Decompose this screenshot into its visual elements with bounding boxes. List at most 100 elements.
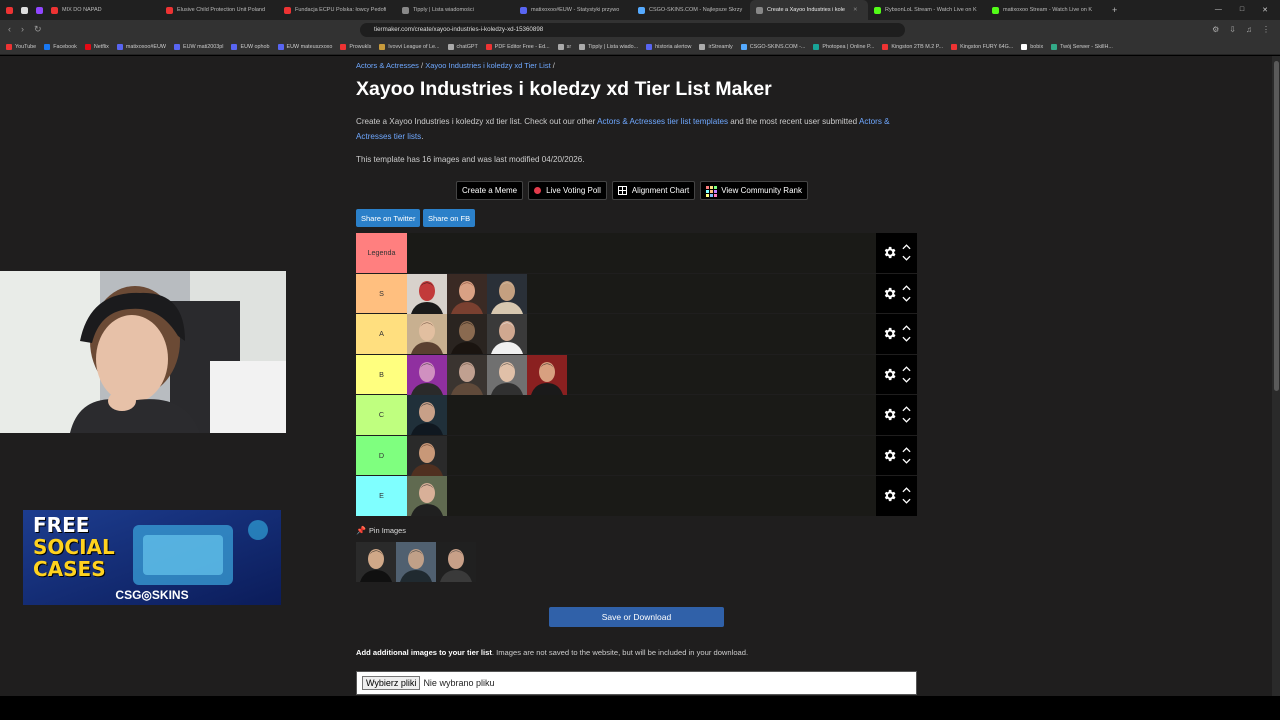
- chevron-down-icon[interactable]: [902, 255, 911, 262]
- browser-tab[interactable]: [30, 0, 45, 20]
- csgo-skins-ad[interactable]: FREE SOCIAL CASES CSG◎SKINS: [23, 510, 281, 605]
- url-field[interactable]: tiermaker.com/create/xayoo-industries-i-…: [360, 22, 905, 37]
- gear-icon[interactable]: [882, 448, 897, 463]
- browser-tab[interactable]: matixoxoo Stream - Watch Live on K: [986, 0, 1104, 20]
- category-templates-link[interactable]: Actors & Actresses tier list templates: [597, 117, 728, 126]
- bookmark-item[interactable]: EUW ophob: [231, 43, 270, 50]
- bookmark-item[interactable]: Ivovvi League of Le...: [379, 43, 440, 50]
- chevron-down-icon[interactable]: [902, 498, 911, 505]
- chevron-up-icon[interactable]: [902, 284, 911, 291]
- alignment-chart-button[interactable]: Alignment Chart: [611, 181, 696, 200]
- bookmark-item[interactable]: EUW mateuszxoxo: [277, 43, 332, 50]
- pool-item-image[interactable]: [436, 542, 476, 582]
- tier-label[interactable]: B: [356, 354, 407, 394]
- tier-item-image[interactable]: [407, 395, 447, 435]
- bookmark-item[interactable]: Facebook: [44, 43, 77, 50]
- chevron-down-icon[interactable]: [902, 336, 911, 343]
- back-icon[interactable]: ‹: [8, 24, 11, 35]
- tier-label[interactable]: A: [356, 314, 407, 354]
- tier-items-dropzone[interactable]: [407, 314, 876, 354]
- forward-icon[interactable]: ›: [21, 24, 24, 35]
- gear-icon[interactable]: [882, 326, 897, 341]
- bookmark-item[interactable]: sr: [557, 43, 571, 50]
- bookmark-item[interactable]: matixoxoo#EUW: [116, 43, 166, 50]
- tier-label[interactable]: E: [356, 476, 407, 516]
- breadcrumb-category[interactable]: Actors & Actresses: [356, 61, 419, 70]
- tier-item-image[interactable]: [407, 354, 447, 395]
- media-icon[interactable]: ♫: [1246, 25, 1252, 34]
- tier-item-image[interactable]: [407, 435, 447, 476]
- chevron-up-icon[interactable]: [902, 406, 911, 412]
- create-meme-button[interactable]: Create a Meme: [456, 181, 524, 200]
- chevron-down-icon[interactable]: [902, 417, 911, 424]
- tier-item-image[interactable]: [487, 354, 527, 395]
- tier-item-image[interactable]: [447, 273, 487, 314]
- live-voting-poll-button[interactable]: Live Voting Poll: [528, 181, 607, 200]
- gear-icon[interactable]: [882, 407, 897, 422]
- browser-tab[interactable]: Elusive Child Protection Unit Poland: [160, 0, 278, 20]
- download-icon[interactable]: ⇩: [1229, 25, 1236, 34]
- tier-item-image[interactable]: [407, 476, 447, 516]
- maximize-icon[interactable]: □: [1240, 6, 1244, 14]
- tier-items-dropzone[interactable]: [407, 233, 876, 273]
- gear-icon[interactable]: [882, 245, 897, 260]
- gear-icon[interactable]: [882, 286, 897, 301]
- close-tab-icon[interactable]: ✕: [853, 7, 858, 13]
- browser-tab[interactable]: Fundacja ECPU Polska: łowcy Pedofi: [278, 0, 396, 20]
- bookmark-item[interactable]: Netflix: [84, 43, 109, 50]
- chevron-up-icon[interactable]: [902, 446, 911, 453]
- share-fb-button[interactable]: Share on FB: [423, 209, 476, 227]
- chevron-up-icon[interactable]: [902, 244, 911, 250]
- chevron-up-icon[interactable]: [902, 487, 911, 493]
- file-upload-field[interactable]: Wybierz pliki Nie wybrano pliku: [356, 671, 917, 695]
- bookmark-item[interactable]: EUW mati2003pl: [174, 43, 223, 50]
- tier-item-image[interactable]: [407, 273, 447, 314]
- chevron-up-icon[interactable]: [902, 325, 911, 331]
- choose-files-button[interactable]: Wybierz pliki: [362, 676, 421, 690]
- chevron-down-icon[interactable]: [902, 458, 911, 464]
- browser-tab[interactable]: [15, 0, 30, 20]
- tier-label[interactable]: Legenda: [356, 233, 407, 273]
- reload-icon[interactable]: ↻: [34, 24, 42, 35]
- breadcrumb-current[interactable]: Xayoo Industries i koledzy xd Tier List: [425, 61, 550, 70]
- bookmark-item[interactable]: Kingston FURY 64G...: [951, 43, 1013, 50]
- browser-tab[interactable]: Create a Xayoo Industries i kole ✕: [750, 0, 868, 20]
- community-rank-button[interactable]: View Community Rank: [700, 181, 808, 200]
- bookmark-item[interactable]: Tipply | Lista wiado...: [579, 43, 638, 50]
- tier-label[interactable]: C: [356, 395, 407, 435]
- bookmark-item[interactable]: Kingston 2TB M.2 P...: [882, 43, 943, 50]
- browser-tab[interactable]: [0, 0, 15, 20]
- bookmark-item[interactable]: CSGO-SKINS.COM -...: [740, 43, 805, 50]
- tier-items-dropzone[interactable]: [407, 395, 876, 435]
- pool-item-image[interactable]: [356, 542, 396, 582]
- close-window-icon[interactable]: ✕: [1262, 6, 1268, 14]
- menu-icon[interactable]: ⋮: [1262, 25, 1270, 34]
- share-twitter-button[interactable]: Share on Twitter: [356, 209, 421, 227]
- scrollbar-thumb[interactable]: [1274, 61, 1279, 391]
- browser-tab[interactable]: MIX DO NAPAD: [45, 0, 160, 20]
- bookmark-item[interactable]: chatGPT: [447, 43, 478, 50]
- bookmark-item[interactable]: bobix: [1021, 43, 1043, 50]
- tier-label[interactable]: D: [356, 435, 407, 475]
- pin-images-label[interactable]: 📌 Pin Images: [356, 526, 406, 535]
- chevron-down-icon[interactable]: [902, 377, 911, 383]
- page-scrollbar[interactable]: [1272, 56, 1280, 696]
- tier-item-image[interactable]: [527, 354, 567, 395]
- bookmark-item[interactable]: historia alertow: [646, 43, 691, 50]
- bookmark-item[interactable]: YouTube: [6, 43, 36, 50]
- bookmark-item[interactable]: Twój Serwer - SkillH...: [1051, 43, 1113, 50]
- gear-icon[interactable]: [882, 367, 897, 382]
- extensions-icon[interactable]: ⚙: [1212, 25, 1219, 34]
- tier-item-image[interactable]: [487, 273, 527, 314]
- save-download-button[interactable]: Save or Download: [549, 607, 724, 627]
- gear-icon[interactable]: [882, 488, 897, 503]
- bookmark-item[interactable]: Photopea | Online P...: [813, 43, 874, 50]
- browser-tab[interactable]: CSGO-SKINS.COM - Najlepsze Skrzy: [632, 0, 750, 20]
- bookmark-item[interactable]: PDF Editor Free - Ed...: [485, 43, 550, 50]
- tier-item-image[interactable]: [447, 354, 487, 395]
- tier-item-image[interactable]: [407, 314, 447, 354]
- chevron-up-icon[interactable]: [902, 365, 911, 372]
- bookmark-item[interactable]: irStreamly: [699, 43, 733, 50]
- chevron-down-icon[interactable]: [902, 296, 911, 302]
- browser-tab[interactable]: RybsonLoL Stream - Watch Live on K: [868, 0, 986, 20]
